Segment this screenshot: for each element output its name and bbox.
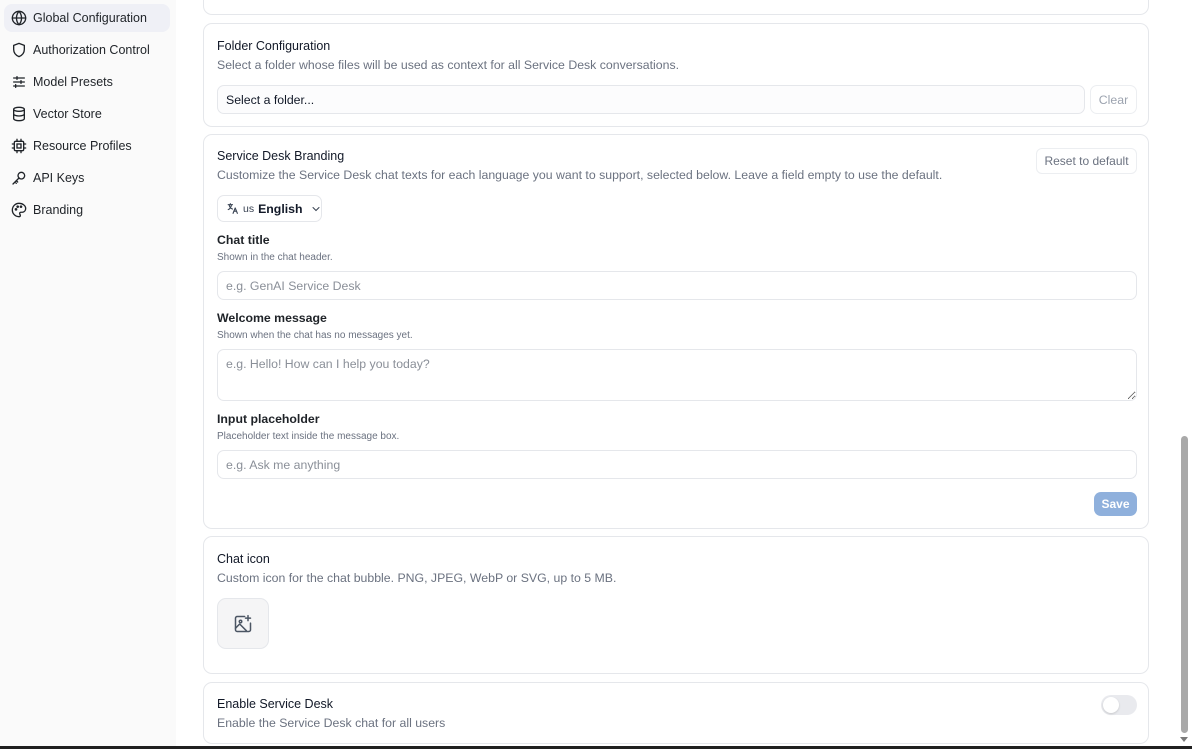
globe-icon xyxy=(10,10,27,27)
input-placeholder-help: Placeholder text inside the message box. xyxy=(217,431,400,442)
reset-to-default-button[interactable]: Reset to default xyxy=(1036,148,1137,174)
cpu-icon xyxy=(10,138,27,155)
branding-description: Customize the Service Desk chat texts fo… xyxy=(217,168,943,182)
folder-select-value: Select a folder... xyxy=(226,92,315,107)
branding-card: Service Desk Branding Customize the Serv… xyxy=(203,134,1149,529)
sidebar-item-label: Branding xyxy=(33,203,84,217)
chevron-down-icon xyxy=(310,203,322,215)
folder-select[interactable]: Select a folder... xyxy=(217,85,1085,114)
sliders-icon xyxy=(10,74,27,91)
sidebar-item-label: API Keys xyxy=(33,171,85,185)
palette-icon xyxy=(10,202,27,219)
enable-service-desk-title: Enable Service Desk xyxy=(217,697,334,711)
sidebar-item-resource-profiles[interactable]: Resource Profiles xyxy=(4,132,170,160)
scrollbar-thumb[interactable] xyxy=(1181,436,1188,733)
sidebar-item-model-presets[interactable]: Model Presets xyxy=(4,68,170,96)
database-icon xyxy=(10,106,27,123)
language-select[interactable]: us English xyxy=(217,195,322,222)
folder-configuration-title: Folder Configuration xyxy=(217,39,331,53)
shield-icon xyxy=(10,42,27,59)
folder-configuration-description: Select a folder whose files will be used… xyxy=(217,58,680,72)
sidebar-item-vector-store[interactable]: Vector Store xyxy=(4,100,170,128)
folder-configuration-card: Folder Configuration Select a folder who… xyxy=(203,23,1149,127)
scrollbar[interactable] xyxy=(1178,0,1192,749)
chat-title-help: Shown in the chat header. xyxy=(217,252,333,263)
sidebar-item-authorization-control[interactable]: Authorization Control xyxy=(4,36,170,64)
enable-service-desk-toggle[interactable] xyxy=(1101,695,1137,715)
key-icon xyxy=(10,170,27,187)
chat-icon-upload[interactable] xyxy=(217,598,269,649)
sidebar-item-global-configuration[interactable]: Global Configuration xyxy=(4,4,170,32)
input-placeholder-input[interactable] xyxy=(217,450,1137,479)
sidebar: Global Configuration Authorization Contr… xyxy=(0,0,176,749)
welcome-message-input[interactable] xyxy=(217,349,1137,401)
toggle-knob xyxy=(1103,697,1119,713)
main-content: Folder Configuration Select a folder who… xyxy=(176,0,1178,749)
chat-title-label: Chat title xyxy=(217,233,270,247)
enable-service-desk-description: Enable the Service Desk chat for all use… xyxy=(217,716,446,730)
previous-card xyxy=(203,0,1149,15)
clear-button[interactable]: Clear xyxy=(1090,85,1137,114)
chat-icon-card: Chat icon Custom icon for the chat bubbl… xyxy=(203,536,1149,674)
branding-title: Service Desk Branding xyxy=(217,149,345,163)
image-plus-icon xyxy=(233,614,253,634)
sidebar-item-label: Global Configuration xyxy=(33,11,147,25)
translate-icon xyxy=(226,202,239,216)
enable-service-desk-card: Enable Service Desk Enable the Service D… xyxy=(203,682,1149,744)
chat-icon-description: Custom icon for the chat bubble. PNG, JP… xyxy=(217,571,617,585)
welcome-message-help: Shown when the chat has no messages yet. xyxy=(217,330,413,341)
sidebar-item-label: Authorization Control xyxy=(33,43,150,57)
chat-icon-title: Chat icon xyxy=(217,552,270,566)
language-name: English xyxy=(258,201,303,216)
input-placeholder-label: Input placeholder xyxy=(217,412,320,426)
language-flag: us xyxy=(243,202,255,215)
sidebar-item-label: Resource Profiles xyxy=(33,139,132,153)
sidebar-item-branding[interactable]: Branding xyxy=(4,196,170,224)
scroll-down-arrow-icon[interactable] xyxy=(1180,737,1188,742)
sidebar-item-api-keys[interactable]: API Keys xyxy=(4,164,170,192)
sidebar-item-label: Model Presets xyxy=(33,75,113,89)
sidebar-item-label: Vector Store xyxy=(33,107,102,121)
welcome-message-label: Welcome message xyxy=(217,311,327,325)
chat-title-input[interactable] xyxy=(217,271,1137,300)
save-button[interactable]: Save xyxy=(1094,492,1137,516)
